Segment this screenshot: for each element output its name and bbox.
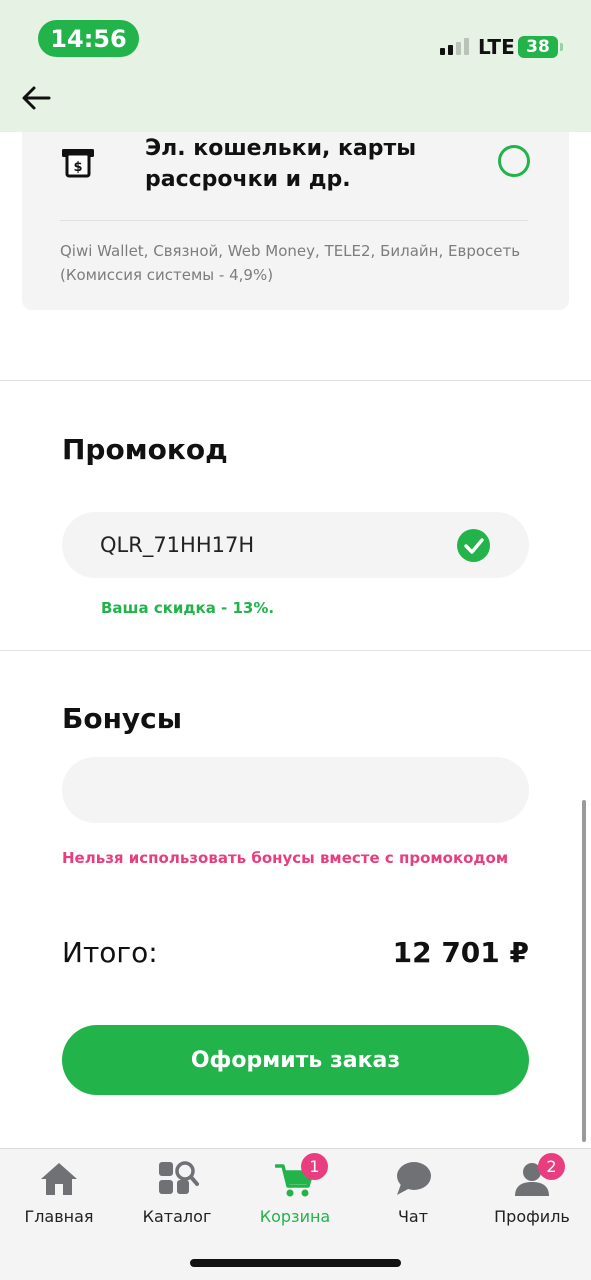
- bonuses-field[interactable]: [62, 757, 529, 823]
- back-button[interactable]: [18, 80, 54, 116]
- network-type: LTE: [478, 35, 515, 59]
- status-time: 14:56: [38, 20, 139, 57]
- tab-chat[interactable]: Чат: [354, 1159, 472, 1229]
- promo-title: Промокод: [62, 433, 228, 466]
- home-icon: [39, 1159, 79, 1199]
- section-divider: [0, 650, 591, 651]
- bonuses-warning: Нельзя использовать бонусы вместе с пром…: [62, 849, 509, 867]
- payment-option-title: Эл. кошельки, карты рассрочки и др.: [145, 136, 417, 192]
- catalog-search-icon: [157, 1159, 199, 1199]
- tab-label: Профиль: [494, 1207, 570, 1226]
- arrow-left-icon: [22, 86, 51, 110]
- payment-option-radio[interactable]: [498, 145, 530, 177]
- promo-input[interactable]: [100, 512, 440, 578]
- svg-text:$: $: [73, 160, 82, 175]
- divider: [60, 220, 528, 221]
- tab-cart[interactable]: 1 Корзина: [236, 1153, 354, 1229]
- home-indicator[interactable]: [190, 1259, 401, 1267]
- cart-icon: 1: [274, 1153, 328, 1199]
- tab-label: Каталог: [142, 1207, 212, 1226]
- payment-option-card[interactable]: $ Эл. кошельки, карты рассрочки и др. Qi…: [22, 132, 569, 310]
- place-order-button[interactable]: Оформить заказ: [62, 1025, 529, 1095]
- section-divider: [0, 380, 591, 381]
- tab-label: Главная: [24, 1207, 94, 1226]
- cash-terminal-icon: $: [62, 149, 94, 178]
- promo-discount-message: Ваша скидка - 13%.: [101, 599, 275, 617]
- tab-label: Чат: [397, 1207, 429, 1226]
- chat-icon: [393, 1159, 433, 1199]
- signal-icon: [440, 38, 469, 55]
- check-circle-icon: [457, 529, 490, 562]
- bonuses-input[interactable]: [62, 757, 529, 823]
- header: 14:56 LTE 38: [0, 0, 591, 132]
- promo-field[interactable]: [62, 512, 529, 578]
- payment-option-description: Qiwi Wallet, Связной, Web Money, TELE2, …: [60, 242, 521, 284]
- scrollbar[interactable]: [582, 800, 586, 1142]
- tab-profile[interactable]: 2 Профиль: [473, 1153, 591, 1229]
- profile-badge: 2: [538, 1153, 565, 1180]
- bonuses-title: Бонусы: [62, 702, 183, 735]
- tab-home[interactable]: Главная: [0, 1159, 118, 1229]
- battery-indicator: 38: [518, 36, 563, 58]
- battery-level: 38: [526, 37, 550, 57]
- tab-catalog[interactable]: Каталог: [118, 1159, 236, 1229]
- profile-icon: 2: [512, 1153, 565, 1199]
- cart-badge: 1: [301, 1153, 328, 1180]
- tab-label: Корзина: [259, 1207, 331, 1226]
- total-label: Итого:: [62, 936, 158, 969]
- total-value: 12 701 ₽: [392, 936, 529, 969]
